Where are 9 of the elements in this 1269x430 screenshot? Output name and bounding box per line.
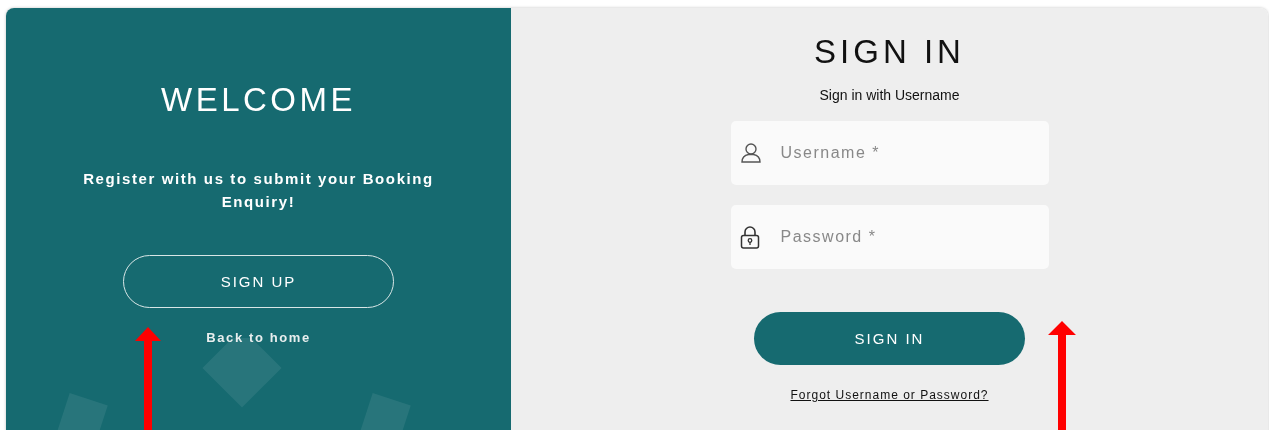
back-to-home-link[interactable]: Back to home (206, 330, 311, 345)
forgot-credentials-link[interactable]: Forgot Username or Password? (790, 388, 989, 402)
sign-in-title: SIGN IN (814, 33, 965, 71)
welcome-message: Register with us to submit your Booking Enquiry! (82, 169, 435, 212)
username-field[interactable]: Username * (730, 121, 1049, 185)
sign-in-subtitle: Sign in with Username (819, 86, 960, 104)
welcome-title: WELCOME (161, 81, 356, 119)
password-field[interactable]: Password * (730, 205, 1049, 269)
sign-in-button[interactable]: SIGN IN (754, 312, 1025, 365)
